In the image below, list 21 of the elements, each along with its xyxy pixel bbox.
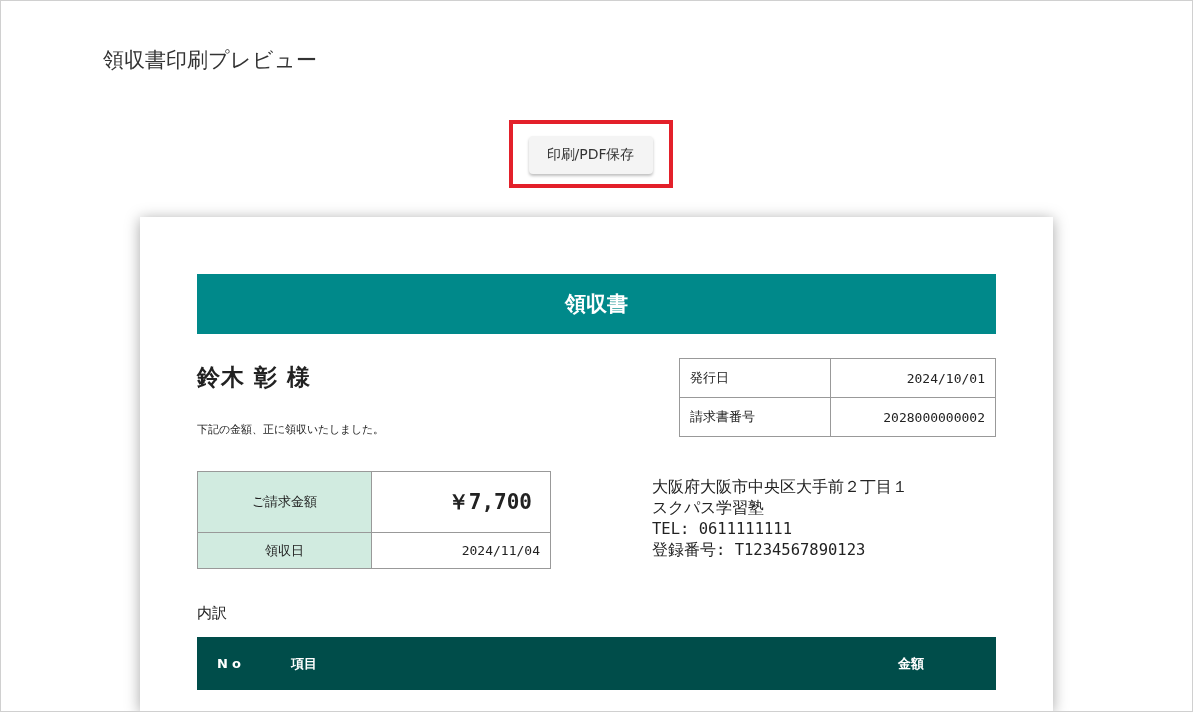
issuer-line: TEL: 0611111111 (652, 519, 793, 540)
receipt-note: 下記の金額、正に領収いたしました。 (197, 422, 384, 437)
info-label: 発行日 (679, 358, 831, 398)
receipt-title: 領収書 (197, 274, 996, 334)
info-value: 2028000000002 (830, 397, 996, 437)
page-title: 領収書印刷プレビュー (103, 47, 317, 74)
received-date-label: 領収日 (197, 532, 372, 569)
issuer-line: スクパス学習塾 (652, 498, 765, 519)
issuer-line: 大阪府大阪市中央区大手前２丁目１ (652, 477, 908, 498)
column-header: 金額 (898, 654, 924, 673)
info-value: 2024/10/01 (830, 358, 996, 398)
column-header: No (217, 656, 245, 671)
amount-label: ご請求金額 (197, 471, 372, 533)
received-date-value: 2024/11/04 (371, 532, 551, 569)
issuer-line: 登録番号: T1234567890123 (652, 540, 867, 561)
print-button[interactable]: 印刷/PDF保存 (528, 136, 653, 174)
column-header: 項目 (290, 654, 317, 673)
info-label: 請求書番号 (679, 397, 831, 437)
recipient-name: 鈴木 彰 様 (197, 363, 312, 392)
breakdown-label: 内訳 (197, 604, 228, 623)
amount-value: ￥7,700 (371, 471, 551, 533)
